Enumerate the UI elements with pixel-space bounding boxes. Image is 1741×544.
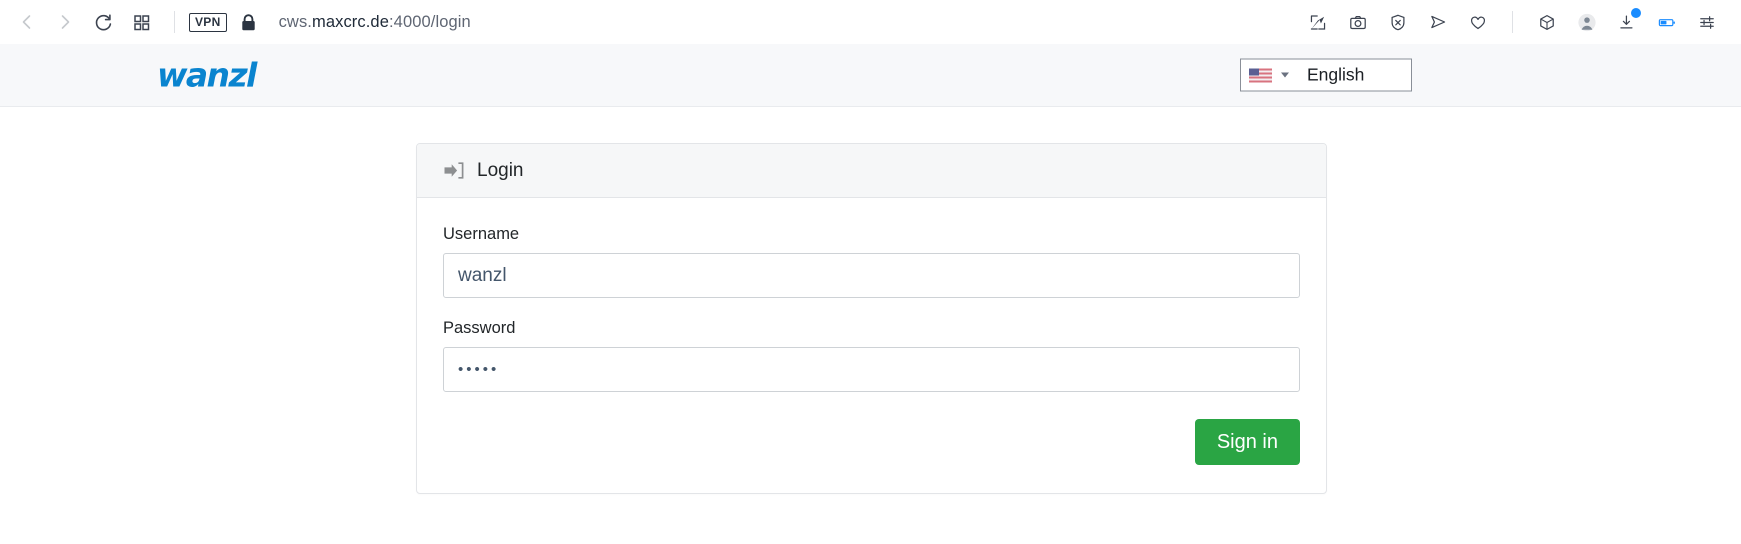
reload-button[interactable] [84, 3, 122, 41]
login-card-header: Login [417, 144, 1326, 198]
main-content: Login Username Password Sign in [0, 107, 1741, 543]
padlock-icon[interactable] [240, 13, 257, 32]
send-icon[interactable] [1423, 3, 1453, 41]
download-badge [1631, 8, 1641, 18]
browser-toolbar: VPN cws.maxcrc.de:4000/login [0, 0, 1741, 44]
username-label: Username [443, 225, 520, 243]
toolbar-divider-right [1512, 11, 1513, 33]
download-icon[interactable] [1612, 3, 1642, 41]
account-avatar-icon[interactable] [1572, 3, 1602, 41]
settings-sliders-icon[interactable] [1692, 3, 1722, 41]
url-host: maxcrc.de [311, 12, 389, 31]
url-bar[interactable]: cws.maxcrc.de:4000/login [279, 13, 471, 32]
toolbar-divider [174, 11, 175, 33]
shield-block-icon[interactable] [1383, 3, 1413, 41]
forward-button[interactable] [46, 3, 84, 41]
username-field-group: Username [443, 225, 1300, 298]
username-input[interactable] [443, 253, 1300, 298]
wanzl-logo: wanzl [157, 55, 257, 95]
language-label: English [1307, 64, 1365, 85]
heart-icon[interactable] [1463, 3, 1493, 41]
password-field-group: Password [443, 319, 1300, 392]
site-header: wanzl English [0, 44, 1741, 107]
password-input[interactable] [443, 347, 1300, 392]
sign-in-arrow-icon [443, 161, 464, 180]
camera-icon[interactable] [1343, 3, 1373, 41]
language-selector[interactable]: English [1240, 58, 1412, 92]
toolbar-actions [1298, 3, 1727, 41]
login-form: Username Password Sign in [417, 198, 1326, 493]
back-button[interactable] [8, 3, 46, 41]
login-card: Login Username Password Sign in [416, 143, 1327, 494]
form-actions: Sign in [443, 419, 1300, 465]
url-prefix: cws. [278, 12, 312, 31]
caret-down-icon [1281, 72, 1289, 78]
sign-in-button[interactable]: Sign in [1194, 419, 1300, 465]
us-flag-icon [1249, 68, 1272, 82]
tab-grid-button[interactable] [122, 3, 160, 41]
navigation-buttons [8, 3, 160, 41]
screenshot-region-icon[interactable] [1303, 3, 1333, 41]
url-suffix: :4000/login [389, 12, 471, 31]
password-label: Password [443, 319, 516, 337]
cube-icon[interactable] [1532, 3, 1562, 41]
battery-icon[interactable] [1652, 3, 1682, 41]
vpn-badge[interactable]: VPN [189, 12, 227, 32]
login-title: Login [477, 159, 524, 181]
